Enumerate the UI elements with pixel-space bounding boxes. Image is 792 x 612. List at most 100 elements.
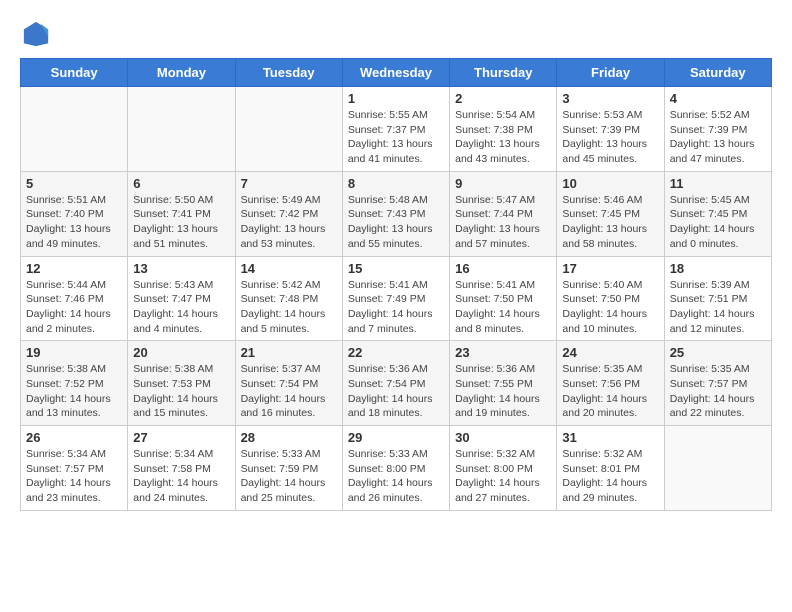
calendar-cell: 18 Sunrise: 5:39 AM Sunset: 7:51 PM Dayli…: [664, 256, 771, 341]
day-info: Sunrise: 5:45 AM Sunset: 7:45 PM Dayligh…: [670, 193, 766, 252]
calendar-cell: 2 Sunrise: 5:54 AM Sunset: 7:38 PM Daylig…: [450, 87, 557, 172]
day-info: Sunrise: 5:38 AM Sunset: 7:52 PM Dayligh…: [26, 362, 122, 421]
day-info: Sunrise: 5:51 AM Sunset: 7:40 PM Dayligh…: [26, 193, 122, 252]
day-info: Sunrise: 5:55 AM Sunset: 7:37 PM Dayligh…: [348, 108, 444, 167]
calendar-cell: 22 Sunrise: 5:36 AM Sunset: 7:54 PM Dayli…: [342, 341, 449, 426]
day-info: Sunrise: 5:35 AM Sunset: 7:56 PM Dayligh…: [562, 362, 658, 421]
day-number: 10: [562, 176, 658, 191]
day-info: Sunrise: 5:52 AM Sunset: 7:39 PM Dayligh…: [670, 108, 766, 167]
day-info: Sunrise: 5:34 AM Sunset: 7:57 PM Dayligh…: [26, 447, 122, 506]
weekday-header: Monday: [128, 59, 235, 87]
calendar-cell: 7 Sunrise: 5:49 AM Sunset: 7:42 PM Daylig…: [235, 171, 342, 256]
calendar-cell: 4 Sunrise: 5:52 AM Sunset: 7:39 PM Daylig…: [664, 87, 771, 172]
weekday-header: Thursday: [450, 59, 557, 87]
day-number: 31: [562, 430, 658, 445]
day-info: Sunrise: 5:33 AM Sunset: 7:59 PM Dayligh…: [241, 447, 337, 506]
calendar-cell: 8Sunrise: 5:48 AM Sunset: 7:43 PM Daylig…: [342, 171, 449, 256]
calendar-cell: [21, 87, 128, 172]
day-number: 13: [133, 261, 229, 276]
page-header: [20, 20, 772, 48]
day-number: 16: [455, 261, 551, 276]
day-info: Sunrise: 5:36 AM Sunset: 7:54 PM Dayligh…: [348, 362, 444, 421]
day-info: Sunrise: 5:47 AM Sunset: 7:44 PM Dayligh…: [455, 193, 551, 252]
calendar-week-row: 26 Sunrise: 5:34 AM Sunset: 7:57 PM Dayli…: [21, 426, 772, 511]
day-info: Sunrise: 5:39 AM Sunset: 7:51 PM Dayligh…: [670, 278, 766, 337]
calendar-cell: 21 Sunrise: 5:37 AM Sunset: 7:54 PM Dayli…: [235, 341, 342, 426]
day-number: 30: [455, 430, 551, 445]
logo: [20, 20, 50, 48]
calendar-cell: 29 Sunrise: 5:33 AM Sunset: 8:00 PM Dayli…: [342, 426, 449, 511]
weekday-header: Tuesday: [235, 59, 342, 87]
day-number: 4: [670, 91, 766, 106]
day-number: 14: [241, 261, 337, 276]
calendar-cell: 10Sunrise: 5:46 AM Sunset: 7:45 PM Dayli…: [557, 171, 664, 256]
day-info: Sunrise: 5:36 AM Sunset: 7:55 PM Dayligh…: [455, 362, 551, 421]
day-info: Sunrise: 5:41 AM Sunset: 7:49 PM Dayligh…: [348, 278, 444, 337]
day-number: 22: [348, 345, 444, 360]
day-number: 1: [348, 91, 444, 106]
calendar-cell: 30 Sunrise: 5:32 AM Sunset: 8:00 PM Dayli…: [450, 426, 557, 511]
calendar-cell: [664, 426, 771, 511]
calendar-cell: 19 Sunrise: 5:38 AM Sunset: 7:52 PM Dayli…: [21, 341, 128, 426]
day-number: 17: [562, 261, 658, 276]
calendar-cell: [128, 87, 235, 172]
day-number: 11: [670, 176, 766, 191]
day-number: 29: [348, 430, 444, 445]
calendar: SundayMondayTuesdayWednesdayThursdayFrid…: [20, 58, 772, 511]
calendar-week-row: 19 Sunrise: 5:38 AM Sunset: 7:52 PM Dayli…: [21, 341, 772, 426]
day-info: Sunrise: 5:38 AM Sunset: 7:53 PM Dayligh…: [133, 362, 229, 421]
day-info: Sunrise: 5:53 AM Sunset: 7:39 PM Dayligh…: [562, 108, 658, 167]
calendar-header-row: SundayMondayTuesdayWednesdayThursdayFrid…: [21, 59, 772, 87]
day-info: Sunrise: 5:54 AM Sunset: 7:38 PM Dayligh…: [455, 108, 551, 167]
day-number: 15: [348, 261, 444, 276]
weekday-header: Friday: [557, 59, 664, 87]
day-info: Sunrise: 5:44 AM Sunset: 7:46 PM Dayligh…: [26, 278, 122, 337]
day-number: 28: [241, 430, 337, 445]
calendar-week-row: 12 Sunrise: 5:44 AM Sunset: 7:46 PM Dayli…: [21, 256, 772, 341]
day-info: Sunrise: 5:34 AM Sunset: 7:58 PM Dayligh…: [133, 447, 229, 506]
calendar-cell: 27Sunrise: 5:34 AM Sunset: 7:58 PM Dayli…: [128, 426, 235, 511]
day-info: Sunrise: 5:42 AM Sunset: 7:48 PM Dayligh…: [241, 278, 337, 337]
day-info: Sunrise: 5:49 AM Sunset: 7:42 PM Dayligh…: [241, 193, 337, 252]
day-number: 2: [455, 91, 551, 106]
logo-icon: [22, 20, 50, 48]
day-number: 9: [455, 176, 551, 191]
day-number: 8: [348, 176, 444, 191]
day-number: 3: [562, 91, 658, 106]
calendar-cell: 3 Sunrise: 5:53 AM Sunset: 7:39 PM Daylig…: [557, 87, 664, 172]
day-info: Sunrise: 5:33 AM Sunset: 8:00 PM Dayligh…: [348, 447, 444, 506]
day-number: 23: [455, 345, 551, 360]
day-number: 12: [26, 261, 122, 276]
calendar-cell: 9 Sunrise: 5:47 AM Sunset: 7:44 PM Daylig…: [450, 171, 557, 256]
calendar-cell: 24Sunrise: 5:35 AM Sunset: 7:56 PM Dayli…: [557, 341, 664, 426]
day-number: 21: [241, 345, 337, 360]
day-info: Sunrise: 5:32 AM Sunset: 8:01 PM Dayligh…: [562, 447, 658, 506]
day-number: 6: [133, 176, 229, 191]
calendar-week-row: 5 Sunrise: 5:51 AM Sunset: 7:40 PM Daylig…: [21, 171, 772, 256]
calendar-cell: 12 Sunrise: 5:44 AM Sunset: 7:46 PM Dayli…: [21, 256, 128, 341]
calendar-cell: [235, 87, 342, 172]
day-number: 18: [670, 261, 766, 276]
day-number: 19: [26, 345, 122, 360]
weekday-header: Wednesday: [342, 59, 449, 87]
calendar-cell: 26 Sunrise: 5:34 AM Sunset: 7:57 PM Dayli…: [21, 426, 128, 511]
weekday-header: Saturday: [664, 59, 771, 87]
day-info: Sunrise: 5:43 AM Sunset: 7:47 PM Dayligh…: [133, 278, 229, 337]
day-info: Sunrise: 5:41 AM Sunset: 7:50 PM Dayligh…: [455, 278, 551, 337]
day-info: Sunrise: 5:50 AM Sunset: 7:41 PM Dayligh…: [133, 193, 229, 252]
calendar-cell: 28 Sunrise: 5:33 AM Sunset: 7:59 PM Dayli…: [235, 426, 342, 511]
calendar-week-row: 1 Sunrise: 5:55 AM Sunset: 7:37 PM Daylig…: [21, 87, 772, 172]
day-number: 26: [26, 430, 122, 445]
day-number: 25: [670, 345, 766, 360]
day-info: Sunrise: 5:32 AM Sunset: 8:00 PM Dayligh…: [455, 447, 551, 506]
day-number: 7: [241, 176, 337, 191]
day-number: 5: [26, 176, 122, 191]
calendar-cell: 1 Sunrise: 5:55 AM Sunset: 7:37 PM Daylig…: [342, 87, 449, 172]
day-info: Sunrise: 5:37 AM Sunset: 7:54 PM Dayligh…: [241, 362, 337, 421]
calendar-cell: 13 Sunrise: 5:43 AM Sunset: 7:47 PM Dayli…: [128, 256, 235, 341]
calendar-cell: 31 Sunrise: 5:32 AM Sunset: 8:01 PM Dayli…: [557, 426, 664, 511]
calendar-cell: 17 Sunrise: 5:40 AM Sunset: 7:50 PM Dayli…: [557, 256, 664, 341]
day-info: Sunrise: 5:40 AM Sunset: 7:50 PM Dayligh…: [562, 278, 658, 337]
day-info: Sunrise: 5:35 AM Sunset: 7:57 PM Dayligh…: [670, 362, 766, 421]
day-number: 20: [133, 345, 229, 360]
